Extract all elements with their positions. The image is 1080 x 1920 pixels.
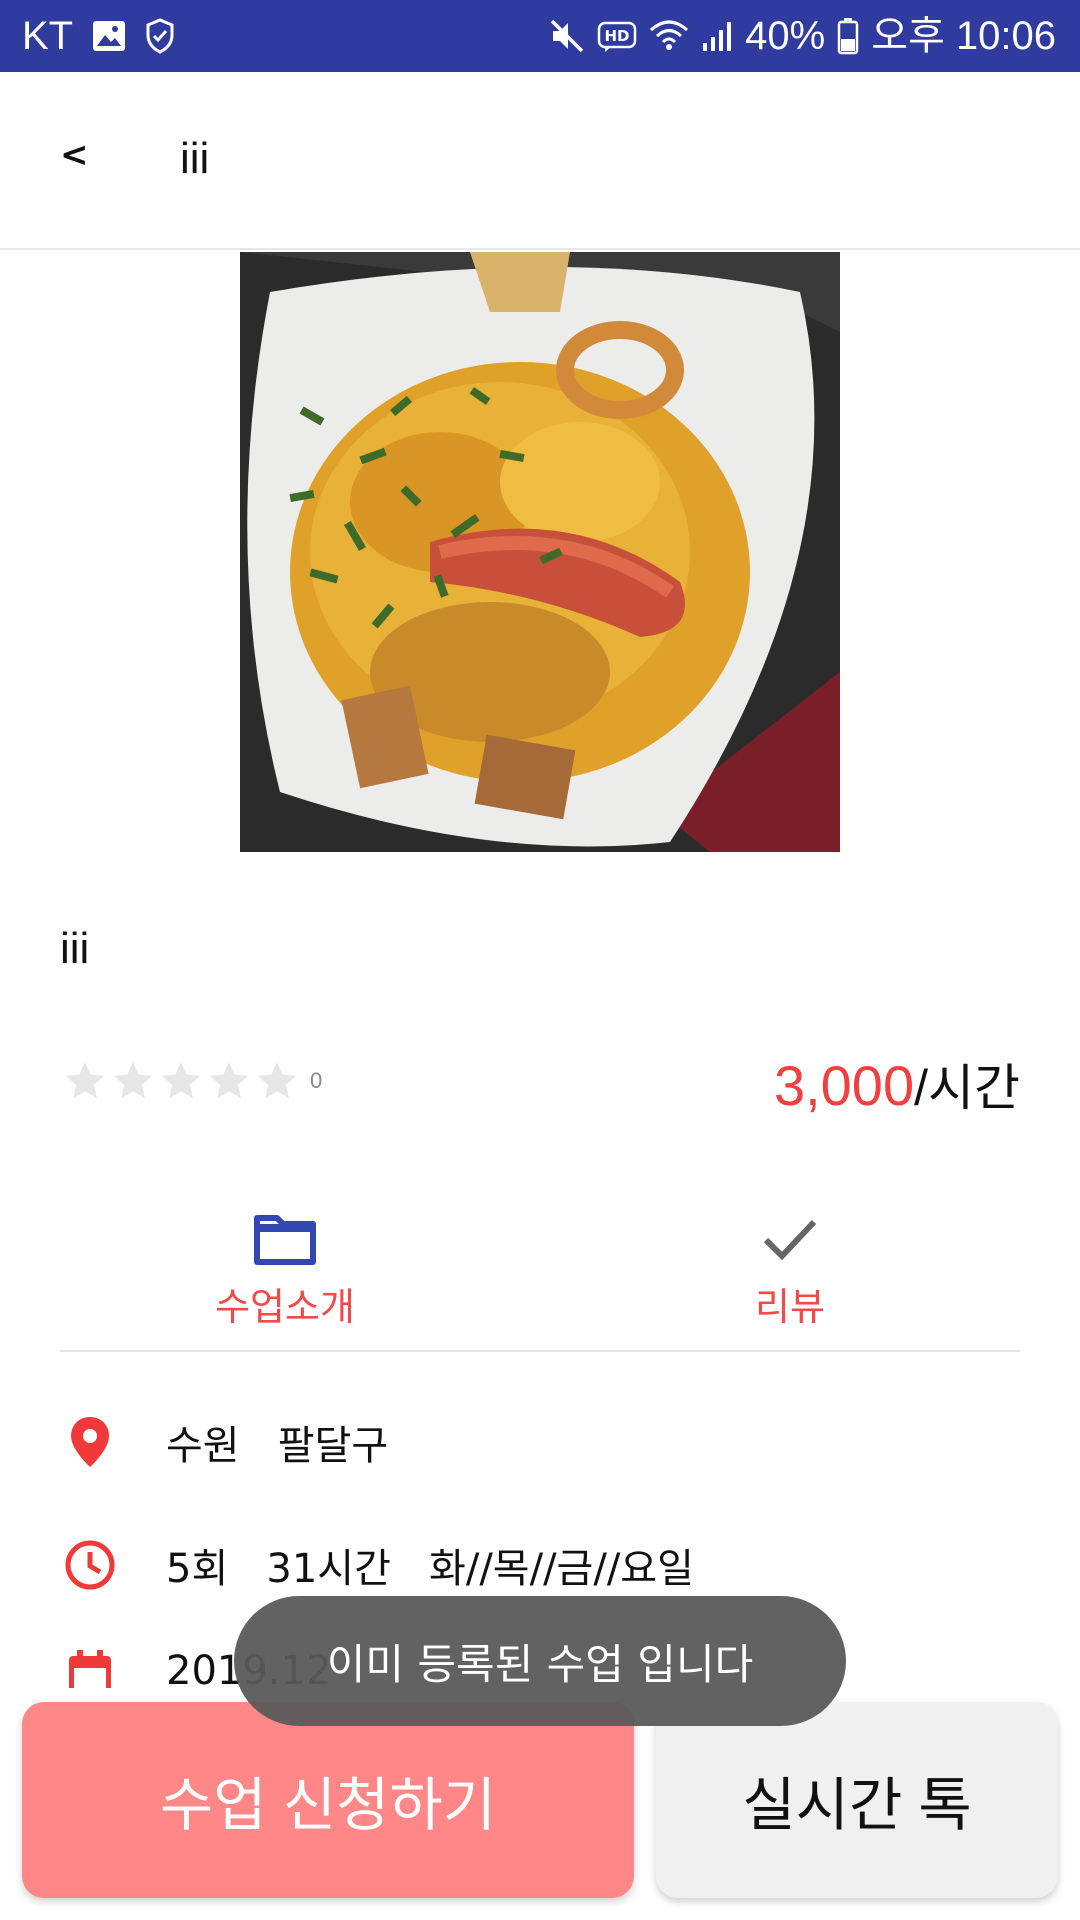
battery-icon	[837, 17, 859, 55]
clock-icon	[60, 1535, 120, 1595]
live-chat-button[interactable]: 실시간 톡	[656, 1702, 1058, 1898]
mute-icon	[549, 18, 585, 54]
star-icon	[257, 1061, 297, 1099]
signal-icon	[701, 19, 733, 53]
clock: 오후 10:06	[871, 14, 1056, 58]
wifi-icon	[649, 18, 689, 54]
schedule-text: 5회 31시간 화//목//금//요일	[166, 1546, 694, 1592]
price-unit: /시간	[914, 1060, 1020, 1116]
back-button[interactable]: <	[60, 130, 100, 180]
battery-percent: 40%	[745, 14, 826, 58]
star-icon	[161, 1061, 201, 1099]
carrier-label: KT	[22, 14, 74, 58]
location-text: 수원 팔달구	[166, 1423, 389, 1469]
toast-message: 이미 등록된 수업 입니다	[234, 1596, 846, 1726]
class-photo	[240, 252, 840, 852]
price: 3,000 /시간	[774, 1048, 1020, 1120]
schedule-row: 5회 31시간 화//목//금//요일	[60, 1530, 1020, 1600]
rating-count: 0	[310, 1068, 323, 1093]
tab-class-intro[interactable]: 수업소개	[135, 1200, 435, 1350]
star-icon	[113, 1061, 153, 1099]
check-icon	[763, 1219, 817, 1261]
rating-stars: 0	[62, 1058, 322, 1104]
price-value: 3,000	[773, 1054, 915, 1117]
folder-icon	[254, 1215, 316, 1265]
tab-label: 수업소개	[215, 1285, 355, 1329]
calendar-icon	[60, 1648, 120, 1688]
tab-review[interactable]: 리뷰	[640, 1200, 940, 1350]
star-icon	[65, 1061, 105, 1099]
location-pin-icon	[60, 1412, 120, 1472]
class-title: iii	[60, 924, 90, 973]
gallery-icon	[91, 19, 127, 53]
location-row: 수원 팔달구	[60, 1407, 1020, 1477]
status-bar: KT HD 40% 오후 10:06	[0, 0, 1080, 72]
hd-icon: HD	[597, 19, 637, 53]
page-title: iii	[180, 134, 210, 183]
detail-tabs: 수업소개 리뷰	[60, 1200, 1020, 1352]
tab-label: 리뷰	[755, 1285, 825, 1329]
svg-text:HD: HD	[605, 27, 630, 45]
apply-class-button[interactable]: 수업 신청하기	[22, 1702, 634, 1898]
toolbar: < iii	[0, 72, 1080, 250]
shield-icon	[145, 18, 175, 54]
star-icon	[209, 1061, 249, 1099]
